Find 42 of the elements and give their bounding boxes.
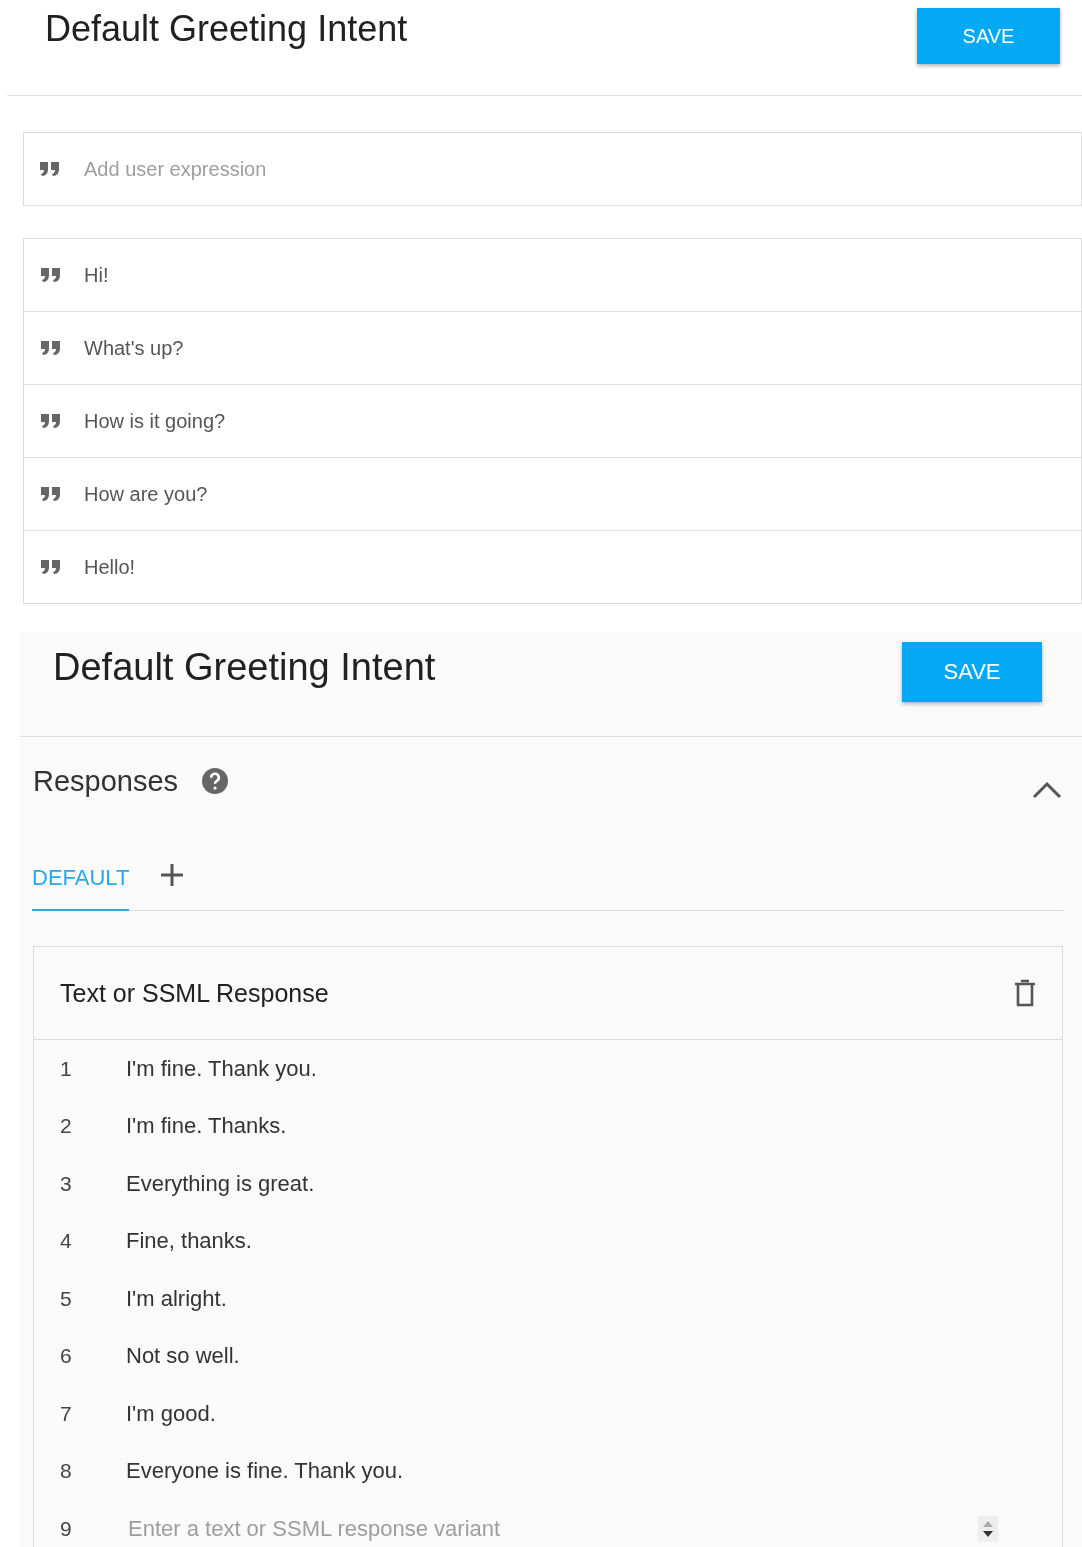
training-phrase: Hello! bbox=[84, 555, 136, 579]
quote-icon bbox=[40, 413, 62, 429]
quote-icon bbox=[40, 486, 62, 502]
trash-icon[interactable] bbox=[1014, 979, 1036, 1007]
line-number: 1 bbox=[59, 1056, 73, 1081]
training-phrase: Hi! bbox=[84, 263, 109, 287]
intent-title: Default Greeting Intent bbox=[53, 646, 436, 689]
section-title: Responses bbox=[33, 764, 179, 798]
response-text: I'm fine. Thank you. bbox=[126, 1055, 317, 1082]
training-phrase: What's up? bbox=[84, 336, 184, 360]
add-icon[interactable] bbox=[161, 864, 184, 886]
line-number: 4 bbox=[59, 1229, 73, 1254]
line-number: 3 bbox=[59, 1171, 73, 1196]
response-text: Everyone is fine. Thank you. bbox=[126, 1458, 404, 1485]
save-button[interactable]: SAVE bbox=[902, 642, 1042, 702]
response-text: Fine, thanks. bbox=[126, 1228, 252, 1255]
response-text: I'm alright. bbox=[126, 1285, 227, 1312]
user-expression-field[interactable]: Add user expression bbox=[23, 132, 1082, 206]
line-number: 9 bbox=[59, 1516, 73, 1541]
quote-icon bbox=[39, 161, 61, 177]
intent-title: Default Greeting Intent bbox=[45, 8, 408, 50]
collapse-icon[interactable] bbox=[1032, 781, 1062, 799]
training-phrase: How are you? bbox=[84, 482, 208, 506]
response-text: I'm good. bbox=[126, 1400, 216, 1427]
line-number: 5 bbox=[59, 1286, 73, 1311]
line-number: 2 bbox=[59, 1114, 73, 1139]
training-phrase: How is it going? bbox=[84, 409, 226, 433]
card-title: Text or SSML Response bbox=[60, 978, 329, 1008]
quote-icon bbox=[40, 267, 62, 283]
response-input[interactable]: Enter a text or SSML response variant bbox=[126, 1514, 978, 1543]
line-number: 8 bbox=[59, 1459, 73, 1484]
quote-icon bbox=[40, 559, 62, 575]
quote-icon bbox=[40, 340, 62, 356]
help-icon[interactable] bbox=[202, 768, 229, 794]
line-number: 6 bbox=[59, 1344, 73, 1369]
response-text: Not so well. bbox=[126, 1343, 240, 1370]
spinner-icon[interactable] bbox=[978, 1515, 998, 1542]
tab[interactable]: DEFAULT bbox=[32, 865, 130, 911]
save-button[interactable]: SAVE bbox=[917, 8, 1060, 64]
response-text: Everything is great. bbox=[126, 1170, 315, 1197]
response-text: I'm fine. Thanks. bbox=[126, 1113, 287, 1140]
line-number: 7 bbox=[59, 1401, 73, 1426]
